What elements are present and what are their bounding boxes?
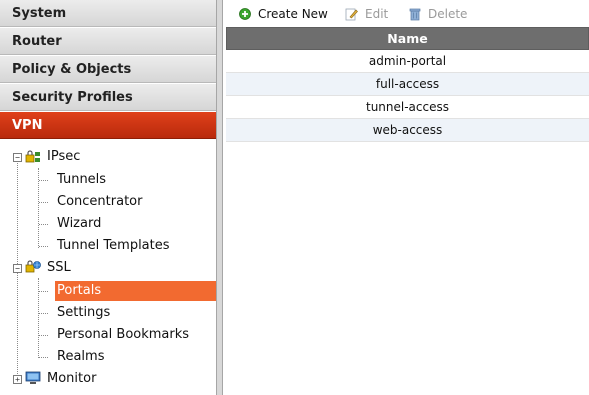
pane-splitter[interactable] — [216, 0, 223, 395]
tree-node-ipsec[interactable]: IPsec — [47, 147, 80, 167]
column-header-name[interactable]: Name — [226, 27, 589, 50]
portals-table: Name admin-portal full-access tunnel-acc… — [226, 27, 589, 142]
edit-label: Edit — [365, 7, 389, 21]
tree-branch — [39, 224, 48, 225]
nav-category-router[interactable]: Router — [0, 28, 216, 55]
tree-branch — [39, 291, 48, 292]
lock-globe-icon — [25, 260, 41, 273]
pencil-edit-icon — [345, 8, 358, 21]
tree-item-concentrator[interactable]: Concentrator — [57, 192, 142, 212]
navigation-sidebar: System Router Policy & Objects Security … — [0, 0, 216, 395]
ipsec-collapse-toggle[interactable]: − — [13, 153, 22, 162]
tree-item-tunnels[interactable]: Tunnels — [57, 170, 106, 190]
lock-network-icon — [25, 150, 40, 163]
tree-item-portals[interactable]: Portals — [55, 281, 216, 301]
trash-can-icon — [409, 8, 421, 21]
tree-branch — [39, 246, 48, 247]
main-content: Create New Edit Delete Name admin-portal… — [224, 0, 589, 395]
toolbar: Create New Edit Delete — [224, 0, 589, 27]
tree-item-settings[interactable]: Settings — [57, 303, 110, 323]
table-row[interactable]: tunnel-access — [226, 96, 589, 119]
green-plus-circle-icon — [239, 8, 251, 20]
monitor-screen-icon — [25, 371, 41, 384]
monitor-expand-toggle[interactable]: + — [13, 375, 22, 384]
tree-node-ssl[interactable]: SSL — [47, 258, 71, 278]
tree-item-personal-bookmarks[interactable]: Personal Bookmarks — [57, 325, 189, 345]
tree-branch — [39, 180, 48, 181]
tree-item-wizard[interactable]: Wizard — [57, 214, 101, 234]
tree-item-realms[interactable]: Realms — [57, 347, 104, 367]
nav-category-vpn[interactable]: VPN — [0, 112, 216, 139]
nav-category-security-profiles[interactable]: Security Profiles — [0, 84, 216, 111]
nav-category-policy-objects[interactable]: Policy & Objects — [0, 56, 216, 83]
table-row[interactable]: web-access — [226, 119, 589, 142]
ssl-collapse-toggle[interactable]: − — [13, 264, 22, 273]
tree-branch — [39, 357, 48, 358]
delete-label: Delete — [428, 7, 468, 21]
nav-category-system[interactable]: System — [0, 0, 216, 27]
tree-branch — [39, 313, 48, 314]
tree-branch — [39, 202, 48, 203]
tree-branch — [39, 335, 48, 336]
create-new-label: Create New — [258, 7, 328, 21]
table-row[interactable]: full-access — [226, 73, 589, 96]
tree-ssl-line — [38, 278, 39, 358]
vpn-tree: − IPsec Tunnels Concentrator Wizard Tunn… — [0, 140, 216, 395]
tree-item-tunnel-templates[interactable]: Tunnel Templates — [57, 236, 170, 256]
tree-node-monitor[interactable]: Monitor — [47, 369, 96, 389]
table-row[interactable]: admin-portal — [226, 50, 589, 73]
